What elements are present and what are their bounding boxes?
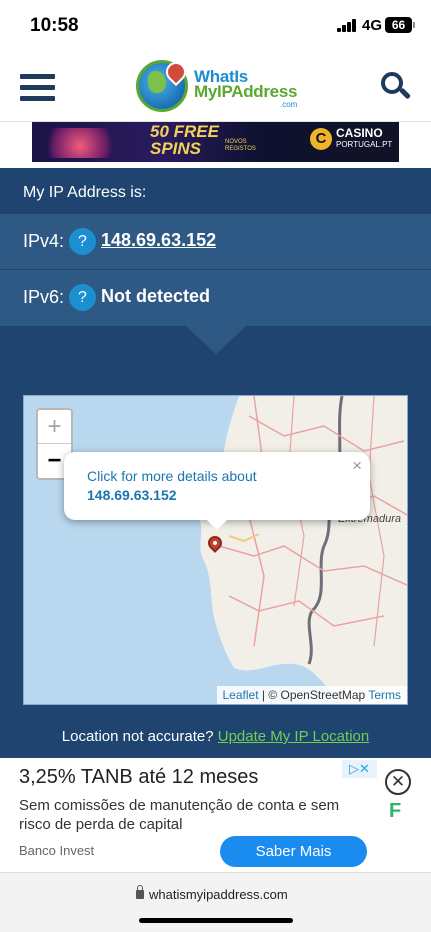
status-time: 10:58 — [30, 15, 79, 36]
url-text[interactable]: whatismyipaddress.com — [149, 887, 288, 902]
map-attribution: Leaflet | © OpenStreetMap Terms — [216, 686, 407, 704]
popup-close-icon[interactable]: × — [352, 456, 362, 476]
adchoices-icon[interactable]: ▷✕ — [342, 760, 377, 778]
ad-brand-icon: F — [389, 800, 402, 822]
section-arrow — [186, 326, 246, 354]
ipv6-value: Not detected — [101, 286, 211, 306]
ipv6-help-icon[interactable]: ? — [69, 284, 96, 311]
map-popup: Click for more details about 148.69.63.1… — [64, 452, 370, 530]
browser-url-bar[interactable]: whatismyipaddress.com — [0, 872, 431, 932]
update-location-link[interactable]: Update My IP Location — [218, 728, 369, 745]
leaflet-link[interactable]: Leaflet — [223, 688, 259, 702]
logo-text-com: .com — [280, 100, 298, 109]
signal-icon — [337, 19, 357, 32]
ipv6-row: IPv6: ? Not detected — [0, 270, 431, 326]
ip-section-title: My IP Address is: — [23, 184, 147, 201]
logo-text-myipaddress: MyIPAddress — [194, 82, 298, 101]
saber-mais-button[interactable]: Saber Mais — [220, 836, 367, 867]
site-logo[interactable]: WhatIs MyIPAddress .com — [136, 57, 306, 116]
ad-headline-bottom: SPINS — [150, 139, 202, 158]
location-map[interactable]: Extremadura + − Click for more details a… — [23, 395, 408, 705]
lock-icon — [136, 885, 144, 899]
status-bar: 10:58 4G 66 — [0, 0, 431, 52]
terms-link[interactable]: Terms — [368, 688, 401, 702]
hamburger-menu-icon[interactable] — [20, 74, 55, 102]
ipv4-value[interactable]: 148.69.63.152 — [101, 230, 216, 251]
bottom-ad[interactable]: 3,25% TANB até 12 meses ▷✕ ✕ Sem comissõ… — [0, 758, 431, 872]
home-indicator[interactable] — [139, 918, 293, 923]
ad-brand: CASINO — [336, 126, 383, 140]
ad-decoration — [40, 128, 120, 158]
casino-logo-icon: C — [310, 128, 332, 150]
ipv4-row: IPv4: ? 148.69.63.152 — [0, 214, 431, 270]
ad-advertiser: Banco Invest — [19, 843, 95, 858]
popup-details-link[interactable]: Click for more details about — [87, 468, 257, 484]
ad-title: 3,25% TANB até 12 meses — [19, 766, 259, 788]
attribution-text: | © OpenStreetMap — [258, 688, 369, 702]
top-ad-banner[interactable]: 50 FREE SPINS NOVOS REGISTOS C CASINO PO… — [32, 122, 399, 162]
ad-brand-sub: PORTUGAL.PT — [336, 140, 393, 149]
ip-info-section: My IP Address is: IPv4: ? 148.69.63.152 … — [0, 168, 431, 758]
ipv4-help-icon[interactable]: ? — [69, 228, 96, 255]
battery-icon: 66 — [385, 17, 415, 33]
ad-close-icon[interactable]: ✕ — [385, 769, 411, 795]
popup-ip-link[interactable]: 148.69.63.152 — [87, 487, 177, 503]
ad-description: Sem comissões de manutenção de conta e s… — [19, 797, 340, 833]
ipv6-label: IPv6: — [23, 287, 65, 307]
network-type: 4G — [362, 17, 383, 34]
ipv4-label: IPv4: — [23, 231, 65, 251]
ad-small-text: NOVOS REGISTOS — [225, 139, 256, 152]
location-note-text: Location not accurate? — [61, 728, 218, 745]
location-note: Location not accurate? Update My IP Loca… — [0, 728, 431, 745]
zoom-in-button[interactable]: + — [38, 410, 71, 444]
site-header: WhatIs MyIPAddress .com — [0, 52, 431, 122]
search-icon[interactable] — [381, 72, 412, 104]
